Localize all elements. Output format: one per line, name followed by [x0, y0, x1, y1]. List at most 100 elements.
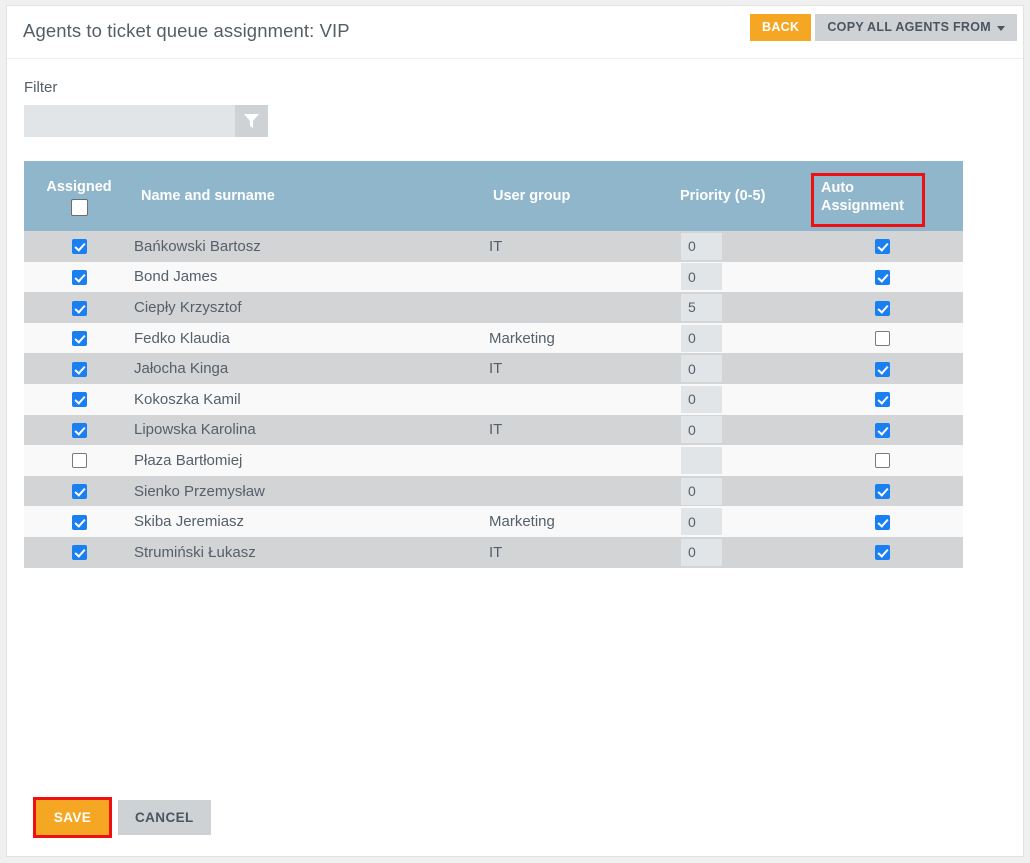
cell-priority — [679, 323, 801, 354]
copy-all-agents-from-label: COPY ALL AGENTS FROM — [827, 20, 991, 34]
assigned-checkbox[interactable] — [71, 300, 87, 316]
agents-table-wrapper: Assigned Name and surname User group Pri… — [24, 161, 963, 568]
filter-row — [24, 105, 268, 137]
assigned-checkbox[interactable] — [71, 453, 87, 469]
table-row: Bond James — [24, 261, 963, 293]
auto-assignment-checkbox[interactable] — [874, 361, 890, 377]
column-header-priority-label: Priority (0-5) — [680, 188, 766, 204]
priority-input[interactable] — [681, 446, 722, 474]
assigned-checkbox[interactable] — [71, 361, 87, 377]
page-card: Agents to ticket queue assignment: VIP B… — [6, 5, 1024, 857]
priority-input[interactable] — [681, 416, 722, 444]
cell-assigned — [24, 415, 134, 446]
priority-input[interactable] — [681, 324, 722, 352]
priority-input[interactable] — [681, 263, 722, 291]
priority-input[interactable] — [681, 385, 722, 413]
column-header-user-group-label: User group — [493, 188, 571, 204]
cancel-button[interactable]: CANCEL — [118, 800, 211, 835]
cell-name: Ciepły Krzysztof — [134, 298, 242, 316]
assigned-checkbox[interactable] — [71, 331, 87, 347]
priority-input[interactable] — [681, 508, 722, 536]
auto-assignment-checkbox[interactable] — [874, 422, 890, 438]
cell-priority — [679, 353, 801, 384]
priority-input[interactable] — [681, 477, 722, 505]
cell-priority — [679, 262, 801, 293]
cell-name: Skiba Jeremiasz — [134, 513, 245, 531]
assigned-checkbox[interactable] — [71, 545, 87, 561]
cell-priority — [679, 476, 801, 507]
auto-assignment-checkbox[interactable] — [874, 269, 890, 285]
assigned-checkbox[interactable] — [71, 514, 87, 530]
cell-assigned — [24, 323, 134, 354]
cell-auto-assignment — [801, 445, 963, 476]
save-button-highlight-box: SAVE — [33, 797, 112, 838]
filter-apply-button[interactable] — [235, 105, 268, 137]
priority-input[interactable] — [681, 355, 722, 383]
cell-auto-assignment — [801, 262, 963, 293]
assigned-checkbox[interactable] — [71, 422, 87, 438]
cell-name: Bond James — [134, 268, 218, 286]
priority-input[interactable] — [681, 232, 722, 260]
assigned-checkbox[interactable] — [71, 392, 87, 408]
cell-priority — [679, 537, 801, 568]
table-row: Skiba Jeremiasz Marketing — [24, 506, 963, 537]
priority-input[interactable] — [681, 538, 722, 566]
auto-assignment-checkbox[interactable] — [874, 453, 890, 469]
auto-assignment-checkbox[interactable] — [874, 300, 890, 316]
cell-name: Lipowska Karolina — [134, 421, 256, 439]
cell-priority — [679, 445, 801, 476]
auto-assignment-checkbox[interactable] — [874, 514, 890, 530]
assigned-checkbox[interactable] — [71, 269, 87, 285]
table-row: Bańkowski Bartosz IT — [24, 231, 963, 262]
cell-assigned — [24, 476, 134, 507]
column-header-user-group: User group — [489, 161, 679, 231]
cell-name: Sienko Przemysław — [134, 482, 265, 500]
filter-input[interactable] — [24, 105, 235, 137]
agents-table: Assigned Name and surname User group Pri… — [24, 161, 963, 568]
cell-user-group — [489, 384, 679, 415]
auto-assignment-checkbox[interactable] — [874, 545, 890, 561]
table-row: Sienko Przemysław — [24, 475, 963, 507]
column-header-assigned-label: Assigned — [46, 178, 112, 195]
priority-input[interactable] — [681, 293, 722, 321]
copy-all-agents-from-button[interactable]: COPY ALL AGENTS FROM — [815, 14, 1017, 41]
filter-label: Filter — [24, 79, 58, 96]
table-row: Płaza Bartłomiej — [24, 445, 963, 476]
cell-assigned — [24, 537, 134, 568]
table-row: Ciepły Krzysztof — [24, 292, 963, 323]
cell-auto-assignment — [801, 476, 963, 507]
cell-name: Strumiński Łukasz — [134, 543, 256, 561]
cell-priority — [679, 292, 801, 323]
assigned-checkbox[interactable] — [71, 239, 87, 255]
cell-user-group — [489, 262, 679, 293]
header-actions: BACK COPY ALL AGENTS FROM — [750, 14, 1017, 41]
cell-name: Kokoszka Kamil — [134, 390, 241, 408]
cell-assigned — [24, 353, 134, 384]
cell-auto-assignment — [801, 231, 963, 262]
save-button[interactable]: SAVE — [36, 800, 109, 835]
cell-assigned — [24, 262, 134, 293]
cell-auto-assignment — [801, 353, 963, 384]
select-all-checkbox[interactable] — [70, 198, 88, 216]
auto-assignment-checkbox[interactable] — [874, 392, 890, 408]
cell-assigned — [24, 231, 134, 262]
footer-actions: SAVE CANCEL — [33, 797, 211, 838]
cell-assigned — [24, 384, 134, 415]
cell-auto-assignment — [801, 415, 963, 446]
cell-auto-assignment — [801, 323, 963, 354]
column-header-priority: Priority (0-5) — [679, 161, 801, 231]
cell-priority — [679, 231, 801, 262]
cell-priority — [679, 415, 801, 446]
back-button[interactable]: BACK — [750, 14, 812, 41]
auto-assignment-checkbox[interactable] — [874, 484, 890, 500]
chevron-down-icon — [997, 26, 1005, 31]
auto-assignment-checkbox[interactable] — [874, 331, 890, 347]
cell-name: Fedko Klaudia — [134, 329, 230, 347]
cell-user-group — [489, 292, 679, 323]
cell-assigned — [24, 445, 134, 476]
assigned-checkbox[interactable] — [71, 484, 87, 500]
cell-auto-assignment — [801, 384, 963, 415]
column-header-name-label: Name and surname — [141, 188, 275, 204]
agents-table-header-row: Assigned Name and surname User group Pri… — [24, 161, 963, 231]
auto-assignment-checkbox[interactable] — [874, 239, 890, 255]
